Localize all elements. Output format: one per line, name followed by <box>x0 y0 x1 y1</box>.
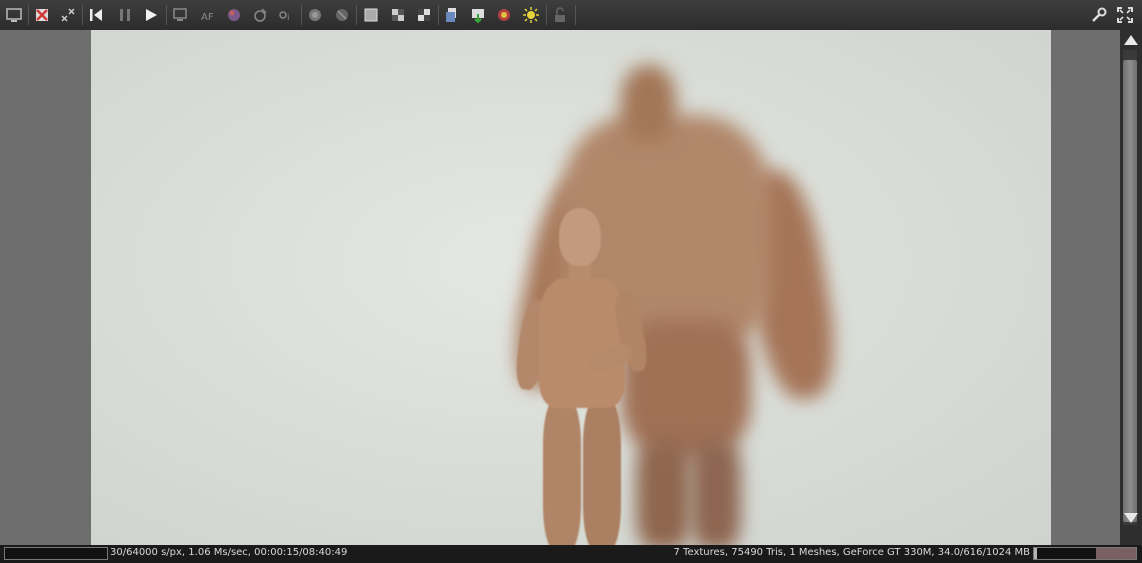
scroll-down-icon[interactable] <box>1124 513 1138 523</box>
status-bar: 30/64000 s/px, 1.06 Ms/sec, 00:00:15/08:… <box>0 545 1142 563</box>
svg-text:AF: AF <box>201 12 214 23</box>
camera-icon[interactable] <box>494 5 514 25</box>
object-icon[interactable] <box>305 5 325 25</box>
color-picker-icon[interactable] <box>224 5 244 25</box>
light-icon[interactable] <box>521 5 541 25</box>
save-icon[interactable] <box>468 5 488 25</box>
scene-stats: 7 Textures, 75490 Tris, 1 Meshes, GeForc… <box>673 547 1030 558</box>
material-icon[interactable] <box>250 5 270 25</box>
checker-dark-icon[interactable] <box>414 5 434 25</box>
display-icon[interactable] <box>4 5 24 25</box>
memory-progress-bar <box>1033 547 1137 560</box>
settings-wrench-icon[interactable] <box>1089 5 1109 25</box>
vertical-scrollbar[interactable] <box>1120 30 1142 545</box>
toolbar: AF i <box>0 0 1142 31</box>
play-icon[interactable] <box>141 5 161 25</box>
pause-icon[interactable] <box>115 5 135 25</box>
scroll-up-icon[interactable] <box>1124 35 1138 45</box>
scroll-thumb[interactable] <box>1123 60 1137 522</box>
render-window: AF i 30/64000 s/px, 1.06 Ms/sec, 00:00:1… <box>0 0 1142 563</box>
render-viewport[interactable] <box>0 30 1120 545</box>
resize-icon[interactable] <box>58 5 78 25</box>
clear-cache-icon[interactable] <box>32 5 52 25</box>
fullscreen-icon[interactable] <box>1115 5 1135 25</box>
svg-text:i: i <box>287 13 290 23</box>
render-progress-bar <box>4 547 108 560</box>
render-image[interactable] <box>91 30 1051 545</box>
checker-alt-icon[interactable] <box>388 5 408 25</box>
copy-icon[interactable] <box>442 5 462 25</box>
lock-icon[interactable] <box>550 5 570 25</box>
info-focus-icon[interactable]: i <box>276 5 296 25</box>
object-select-icon[interactable] <box>332 5 352 25</box>
checker-grid-icon[interactable] <box>361 5 381 25</box>
monitor-icon[interactable] <box>170 5 190 25</box>
af-icon[interactable]: AF <box>198 5 218 25</box>
restart-render-icon[interactable] <box>86 5 106 25</box>
render-stats: 30/64000 s/px, 1.06 Ms/sec, 00:00:15/08:… <box>110 547 348 558</box>
